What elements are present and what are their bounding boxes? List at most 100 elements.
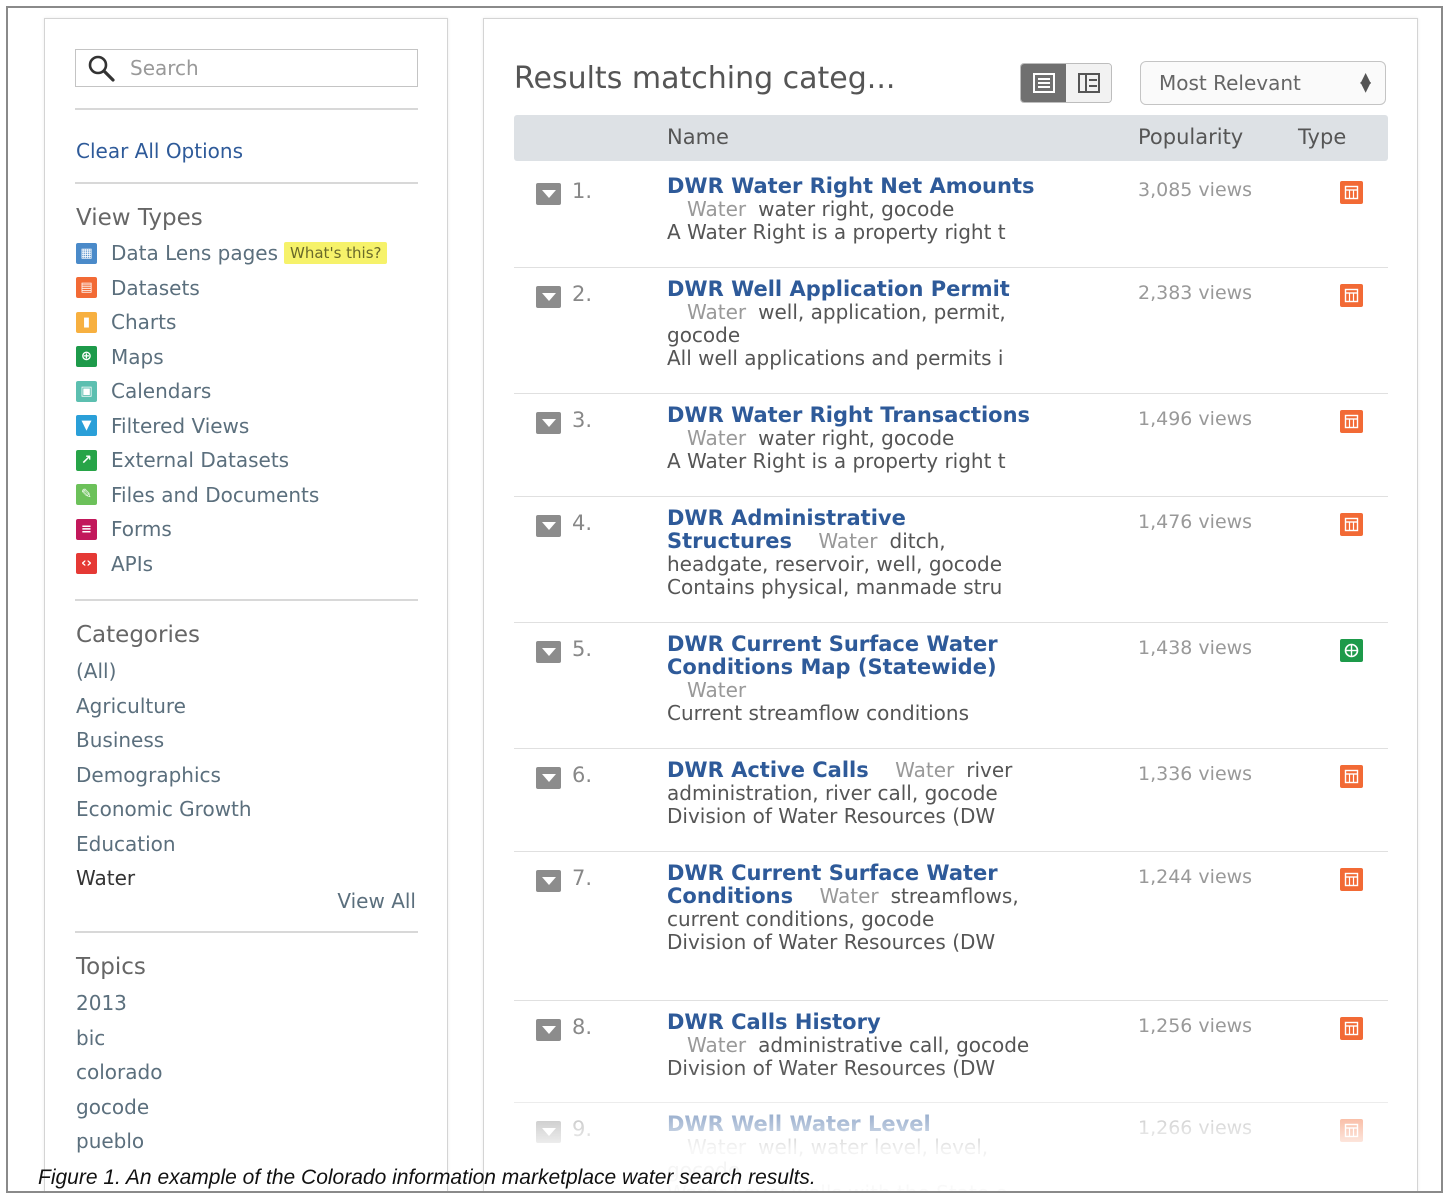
result-details: DWR Water Right Net Amounts Water water r…	[667, 175, 1037, 244]
view-type-maps[interactable]: ⊕ Maps	[76, 344, 164, 370]
category-item[interactable]: Agriculture	[76, 694, 186, 718]
calendar-icon: ▣	[76, 380, 97, 402]
list-view-icon	[1032, 73, 1055, 93]
topic-item[interactable]: gocode	[76, 1095, 149, 1119]
expand-row-button[interactable]	[536, 870, 561, 892]
result-views: 3,085 views	[1138, 179, 1253, 201]
topic-item[interactable]: colorado	[76, 1060, 162, 1084]
view-types-heading: View Types	[76, 205, 203, 231]
sort-dropdown[interactable]: Most Relevant ▲ ▼	[1140, 61, 1386, 105]
view-all-categories-link[interactable]: View All	[337, 889, 416, 913]
result-title-link[interactable]: DWR Calls History	[667, 1010, 881, 1034]
expand-row-button[interactable]	[536, 412, 561, 434]
map-icon: ⊕	[76, 346, 97, 367]
result-row: 5. DWR Current Surface Water Conditions M…	[514, 623, 1388, 749]
expand-row-button[interactable]	[536, 641, 561, 663]
column-header-type[interactable]: Type	[1298, 125, 1346, 149]
column-header-popularity[interactable]: Popularity	[1138, 125, 1243, 149]
view-type-label: Datasets	[111, 275, 200, 300]
topic-item[interactable]: pueblo	[76, 1129, 144, 1153]
view-type-apis[interactable]: ‹› APIs	[76, 551, 153, 577]
view-type-label: External Datasets	[111, 448, 290, 472]
view-type-forms[interactable]: ≡ Forms	[76, 516, 172, 542]
form-icon: ≡	[76, 518, 97, 540]
card-view-icon	[1077, 73, 1100, 93]
result-row: 3. DWR Water Right Transactions Water wate…	[514, 394, 1388, 497]
result-details: DWR Water Right Transactions Water water …	[667, 404, 1037, 473]
search-input[interactable]	[130, 56, 380, 80]
results-title: Results matching categ...	[514, 61, 896, 96]
sort-selected-value: Most Relevant	[1159, 71, 1301, 95]
result-row: 7. DWR Current Surface Water Conditions W…	[514, 852, 1388, 1001]
categories-heading: Categories	[76, 622, 200, 648]
results-panel: Results matching categ... Most Relevant …	[483, 18, 1418, 1191]
expand-row-button[interactable]	[536, 183, 561, 205]
column-header-name[interactable]: Name	[667, 125, 729, 149]
category-item[interactable]: Water	[76, 866, 135, 890]
result-category: Water	[687, 197, 747, 221]
clear-all-options-link[interactable]: Clear All Options	[76, 139, 243, 163]
whats-this-badge[interactable]: What's this?	[284, 242, 388, 264]
result-title-link[interactable]: DWR Active Calls	[667, 758, 869, 782]
result-details: DWR Active Calls Water river administrati…	[667, 759, 1037, 828]
result-tags: water right, gocode	[758, 426, 955, 450]
view-type-external-datasets[interactable]: ↗ External Datasets	[76, 447, 289, 473]
category-item[interactable]: Demographics	[76, 763, 221, 787]
result-row: 6. DWR Active Calls Water river administra…	[514, 749, 1388, 852]
result-rank: 7.	[572, 866, 593, 890]
result-title-link[interactable]: DWR Water Right Net Amounts	[667, 174, 1034, 198]
view-type-charts[interactable]: ▮ Charts	[76, 309, 176, 335]
result-title-link[interactable]: DWR Current Surface Water Conditions Map…	[667, 632, 998, 679]
result-description: Contains physical, manmade stru	[667, 576, 1003, 599]
dataset-icon	[1340, 1017, 1363, 1040]
result-description: A Water Right is a property right t	[667, 450, 1006, 473]
expand-row-button[interactable]	[536, 767, 561, 789]
expand-row-button[interactable]	[536, 1019, 561, 1041]
view-type-label: Data Lens pages	[111, 241, 279, 265]
view-type-label: Filtered Views	[111, 413, 250, 438]
figure-frame: Clear All Options View Types ▦ Data Lens …	[6, 6, 1443, 1193]
result-category: Water	[687, 1033, 747, 1057]
result-title-link[interactable]: DWR Well Water Level	[667, 1112, 931, 1136]
topic-item[interactable]: 2013	[76, 991, 127, 1015]
result-category: Water	[687, 1135, 747, 1159]
category-item[interactable]: (All)	[76, 659, 116, 683]
category-item[interactable]: Economic Growth	[76, 797, 252, 821]
topic-item[interactable]: bic	[76, 1026, 105, 1050]
view-type-calendars[interactable]: ▣ Calendars	[76, 378, 211, 404]
result-rank: 5.	[572, 637, 593, 661]
view-type-files-and-documents[interactable]: ✎ Files and Documents	[76, 482, 319, 508]
view-type-filtered-views[interactable]: ▼ Filtered Views	[76, 413, 249, 439]
category-item[interactable]: Education	[76, 832, 176, 856]
result-title-link[interactable]: DWR Well Application Permit	[667, 277, 1010, 301]
expand-row-button[interactable]	[536, 515, 561, 537]
dataset-icon	[1340, 513, 1363, 536]
result-description: All well applications and permits i	[667, 347, 1004, 370]
result-description: Division of Water Resources (DW	[667, 805, 996, 828]
search-box[interactable]	[75, 49, 418, 87]
divider	[75, 108, 418, 110]
expand-row-button[interactable]	[536, 1121, 561, 1143]
view-type-data-lens-pages[interactable]: ▦ Data Lens pages What's this?	[76, 240, 388, 266]
result-rank: 8.	[572, 1015, 593, 1039]
filter-icon: ▼	[76, 415, 97, 436]
result-title-link[interactable]: DWR Water Right Transactions	[667, 403, 1030, 427]
view-type-label: Calendars	[111, 379, 212, 403]
view-mode-toggle	[1020, 63, 1112, 103]
category-item[interactable]: Business	[76, 728, 164, 752]
search-icon	[88, 55, 115, 82]
results-table-header: Name Popularity Type	[514, 115, 1388, 161]
result-description: Current streamflow conditions	[667, 702, 970, 725]
result-description: Division of Water Resources (DW	[667, 1057, 996, 1080]
result-views: 1,438 views	[1138, 637, 1253, 659]
result-category: Water	[687, 300, 747, 324]
expand-row-button[interactable]	[536, 286, 561, 308]
list-view-button[interactable]	[1021, 64, 1066, 102]
result-rank: 9.	[572, 1117, 593, 1141]
view-type-datasets[interactable]: ▤ Datasets	[76, 275, 200, 301]
result-views: 1,336 views	[1138, 763, 1253, 785]
card-view-button[interactable]	[1066, 64, 1111, 102]
result-row: 4. DWR Administrative Structures Water dit…	[514, 497, 1388, 623]
result-views: 1,266 views	[1138, 1117, 1253, 1139]
result-category: Water	[818, 529, 878, 553]
